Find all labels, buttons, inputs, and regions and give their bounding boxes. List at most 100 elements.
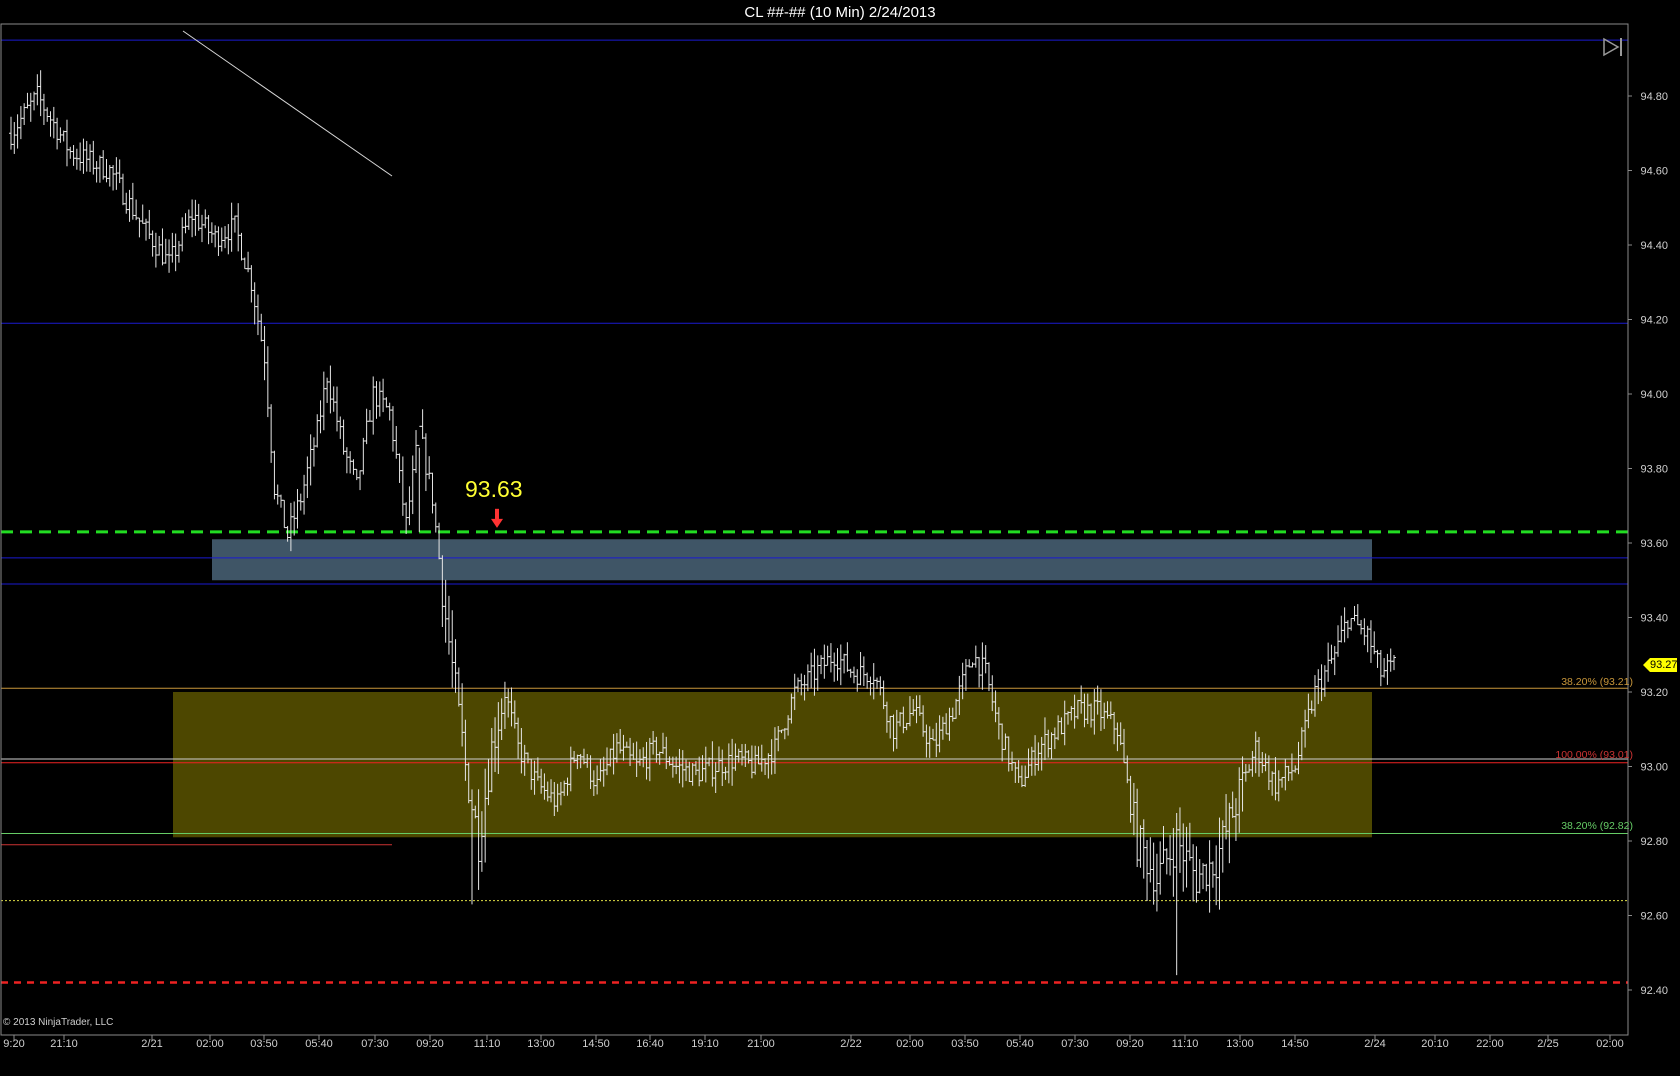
ohlc-bar: [390, 406, 395, 452]
ohlc-bar: [446, 595, 451, 655]
ohlc-bar: [203, 209, 208, 229]
scroll-to-end-icon[interactable]: [1601, 36, 1625, 58]
ohlc-bar: [61, 130, 66, 142]
ohlc-bar: [430, 472, 435, 514]
ohlc-bar: [216, 226, 221, 256]
ohlc-bar: [828, 643, 833, 673]
ohlc-bar: [1174, 813, 1179, 976]
ohlc-bar: [1197, 859, 1202, 894]
ohlc-bar: [209, 222, 214, 243]
ohlc-bar: [973, 645, 978, 668]
ohlc-bar: [41, 93, 46, 125]
ohlc-bar: [183, 213, 188, 234]
ohlc-bar: [163, 238, 168, 264]
x-tick-label: 2/25: [1537, 1038, 1558, 1050]
x-tick-label: 13:00: [1226, 1038, 1254, 1050]
ohlc-bar: [328, 365, 333, 414]
y-tick-label: 92.40: [1640, 985, 1668, 997]
ohlc-bar: [1201, 863, 1206, 890]
x-tick-label: 14:50: [1281, 1038, 1309, 1050]
ohlc-bar: [265, 346, 270, 418]
ohlc-bar: [334, 386, 339, 432]
ohlc-bar: [1359, 619, 1364, 635]
x-tick-label: 09:20: [1116, 1038, 1144, 1050]
ohlc-bar: [1355, 604, 1360, 626]
ohlc-bar: [1342, 607, 1347, 643]
x-tick-label: 11:10: [474, 1038, 501, 1050]
ohlc-bar: [22, 103, 27, 126]
ohlc-bar: [1194, 846, 1199, 903]
ohlc-bar: [963, 658, 968, 691]
ohlc-bar: [858, 651, 863, 686]
price-chart[interactable]: 94.80 94.60 94.40 94.20 94.00 93.80 93.60 93.40…: [0, 0, 1680, 1076]
fib-label-middle: 100.00% (93.01): [1555, 749, 1633, 761]
x-tick-label: 21:00: [747, 1038, 775, 1050]
ohlc-bar: [259, 313, 264, 342]
axes-layer: 94.80 94.60 94.40 94.20 94.00 93.80 93.60 93.40…: [0, 23, 1668, 1050]
ohlc-bar: [331, 386, 336, 412]
ohlc-bar: [845, 642, 850, 672]
ohlc-bar: [160, 228, 165, 266]
ohlc-bar: [236, 203, 241, 252]
ohlc-bar: [838, 644, 843, 686]
x-tick-label: 02:00: [1596, 1038, 1624, 1050]
ohlc-bar: [167, 239, 172, 273]
ohlc-bar: [1168, 835, 1173, 876]
x-tick-label: 2/21: [141, 1038, 162, 1050]
ohlc-bar: [381, 378, 386, 413]
x-tick-label: 09:20: [416, 1038, 444, 1050]
ohlc-bar: [196, 203, 201, 231]
current-price-marker: 93.27: [1643, 658, 1678, 672]
ohlc-bar: [91, 140, 96, 175]
ohlc-bar: [193, 199, 198, 236]
ohlc-bar: [55, 117, 60, 150]
ohlc-bar: [1145, 840, 1150, 902]
ohlc-bar: [48, 111, 53, 137]
ohlc-bar: [400, 456, 405, 516]
ohlc-bar: [967, 659, 972, 668]
x-tick-label: 22:00: [1476, 1038, 1504, 1050]
ohlc-bar: [232, 215, 237, 233]
ohlc-bar: [1375, 649, 1380, 668]
ohlc-bar: [275, 484, 280, 505]
ohlc-bar: [117, 159, 122, 184]
y-tick-label: 94.20: [1640, 315, 1668, 327]
callout-arrow-head: [491, 518, 503, 528]
ohlc-bar: [427, 456, 432, 480]
zone-steel: [212, 539, 1372, 581]
ohlc-bar: [1154, 853, 1159, 912]
ohlc-bar: [848, 668, 853, 678]
x-tick-label: 03:50: [951, 1038, 979, 1050]
ohlc-bar: [1392, 654, 1396, 671]
ohlc-bar: [1362, 618, 1367, 646]
ohlc-bar: [127, 189, 132, 222]
ohlc-bar: [78, 142, 83, 171]
ohlc-bar: [387, 402, 392, 421]
x-tick-label: 19:10: [691, 1038, 719, 1050]
ohlc-bar: [219, 227, 224, 252]
ohlc-bar: [417, 425, 422, 532]
ohlc-bar: [1151, 842, 1156, 905]
ohlc-bar: [1329, 644, 1334, 664]
ohlc-bar: [134, 199, 139, 221]
ohlc-bar: [229, 202, 234, 252]
price-callout-label: 93.63: [465, 476, 523, 502]
ohlc-bar: [282, 499, 287, 529]
ohlc-bar: [81, 138, 86, 174]
ohlc-bar: [88, 144, 93, 172]
ohlc-bar: [206, 215, 211, 245]
ohlc-bar: [410, 455, 415, 515]
ohlc-bar: [1378, 650, 1383, 687]
ohlc-bar: [1339, 615, 1344, 643]
ohlc-bar: [94, 161, 99, 183]
ohlc-bar: [157, 235, 162, 256]
ohlc-bar: [423, 433, 428, 492]
ohlc-bar: [302, 474, 307, 515]
ohlc-bar: [213, 225, 218, 248]
x-tick-label: 2/22: [840, 1038, 861, 1050]
ohlc-bar: [176, 240, 181, 263]
ohlc-bar: [1388, 648, 1393, 672]
ohlc-bar: [1352, 605, 1357, 622]
ohlc-bar: [815, 655, 820, 691]
ohlc-bar: [809, 652, 814, 689]
